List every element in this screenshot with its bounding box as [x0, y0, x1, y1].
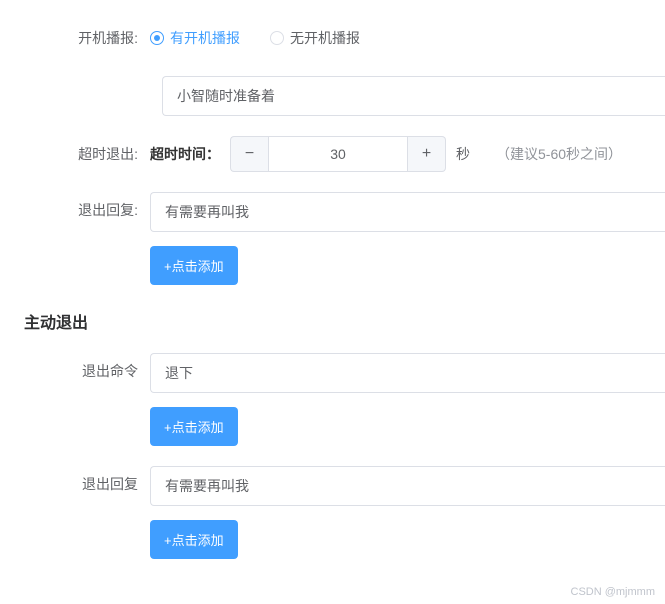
exit-reply-label: 退出回复:: [20, 192, 150, 228]
active-exit-reply-input[interactable]: [150, 466, 665, 506]
timeout-exit-label: 超时退出:: [20, 136, 150, 172]
radio-with-broadcast[interactable]: 有开机播报: [150, 20, 240, 56]
boot-message-input[interactable]: [162, 76, 665, 116]
exit-command-input[interactable]: [150, 353, 665, 393]
exit-command-label: 退出命令: [20, 353, 150, 389]
boot-broadcast-radio-group: 有开机播报 无开机播报: [150, 20, 665, 56]
radio-without-broadcast[interactable]: 无开机播报: [270, 20, 360, 56]
exit-command-add-button[interactable]: +点击添加: [150, 407, 238, 446]
stepper-plus-button[interactable]: +: [408, 136, 446, 172]
radio-label: 无开机播报: [290, 20, 360, 56]
timeout-time-label: 超时时间：: [150, 144, 220, 164]
timeout-hint: （建议5-60秒之间）: [496, 144, 622, 164]
timeout-stepper: − +: [230, 136, 446, 172]
timeout-value-input[interactable]: [268, 136, 408, 172]
watermark: CSDN @mjmmm: [571, 586, 656, 598]
active-exit-reply-label: 退出回复: [20, 466, 150, 502]
stepper-minus-button[interactable]: −: [230, 136, 268, 172]
exit-reply-add-button[interactable]: +点击添加: [150, 246, 238, 285]
active-exit-title: 主动退出: [24, 309, 665, 333]
exit-reply-input[interactable]: [150, 192, 665, 232]
radio-label: 有开机播报: [170, 20, 240, 56]
radio-checked-icon: [150, 31, 164, 45]
boot-broadcast-label: 开机播报:: [20, 20, 150, 56]
active-exit-reply-add-button[interactable]: +点击添加: [150, 520, 238, 559]
timeout-unit: 秒: [456, 144, 470, 164]
radio-unchecked-icon: [270, 31, 284, 45]
